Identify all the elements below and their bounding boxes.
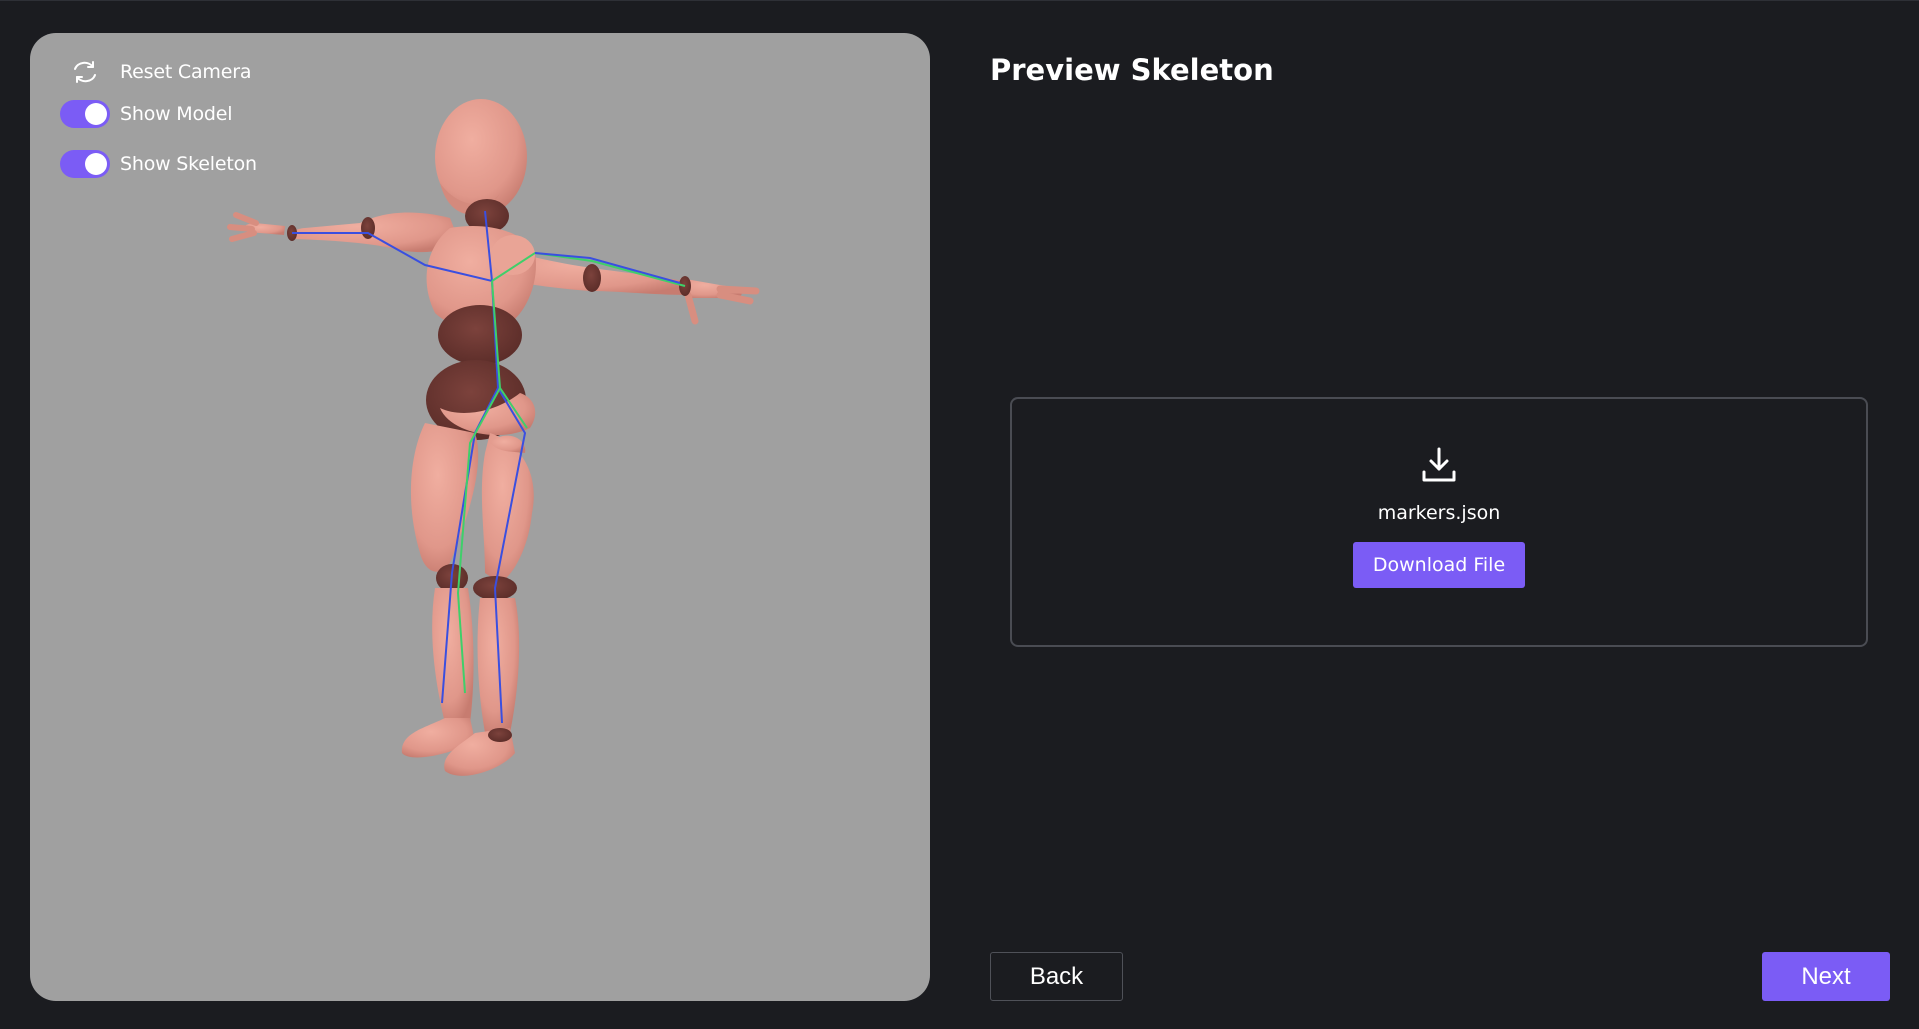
show-model-label: Show Model (120, 103, 233, 125)
viewer-controls: Reset Camera Show Model Show Skeleton (60, 51, 257, 185)
show-skeleton-label: Show Skeleton (120, 153, 257, 175)
show-model-toggle-row[interactable]: Show Model (60, 93, 257, 135)
download-icon (1419, 445, 1459, 485)
show-skeleton-toggle[interactable] (60, 150, 110, 178)
file-name: markers.json (1377, 502, 1501, 524)
toggle-knob (85, 153, 107, 175)
app-root: Reset Camera Show Model Show Skeleton Pr… (0, 0, 1919, 1029)
reset-camera-label: Reset Camera (120, 61, 252, 83)
page-title: Preview Skeleton (990, 53, 1274, 87)
back-button[interactable]: Back (990, 952, 1123, 1001)
next-button[interactable]: Next (1762, 952, 1890, 1001)
toggle-knob (85, 103, 107, 125)
download-card: markers.json Download File (1010, 397, 1868, 647)
download-file-button[interactable]: Download File (1352, 542, 1526, 588)
3d-viewport[interactable]: Reset Camera Show Model Show Skeleton (30, 33, 930, 1001)
show-skeleton-toggle-row[interactable]: Show Skeleton (60, 143, 257, 185)
show-model-toggle[interactable] (60, 100, 110, 128)
refresh-icon (60, 60, 110, 84)
reset-camera-button[interactable]: Reset Camera (60, 51, 257, 93)
